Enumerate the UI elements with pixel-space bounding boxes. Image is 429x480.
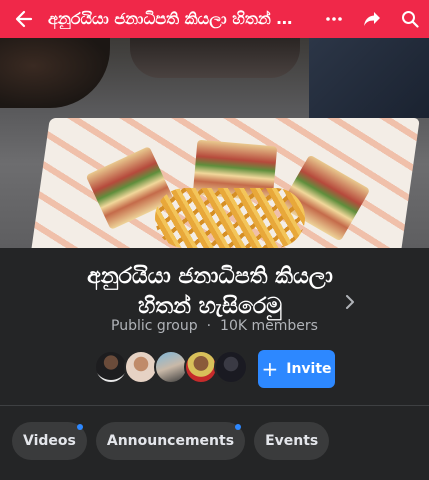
share-icon: [364, 12, 380, 26]
back-button[interactable]: [0, 0, 48, 38]
divider: [0, 405, 429, 406]
cover-fries: [155, 188, 305, 248]
avatar: [214, 350, 248, 384]
group-member-count[interactable]: 10K members: [220, 318, 318, 334]
group-info: අනුරයියා ජනාධිපති කියලා හිතන් හැසිරෙමු P…: [0, 248, 429, 405]
share-button[interactable]: [353, 0, 391, 38]
tab-label: Videos: [23, 433, 76, 449]
cover-arm-shape: [0, 38, 110, 108]
member-avatars[interactable]: [94, 350, 248, 386]
avatar: [94, 350, 128, 384]
tab-label: Events: [265, 433, 319, 449]
invite-button-label: Invite: [286, 361, 332, 377]
group-name[interactable]: අනුරයියා ජනාධිපති කියලා හිතන් හැසිරෙමු: [40, 262, 380, 322]
tab-events[interactable]: Events: [254, 422, 330, 460]
chevron-right-icon: [346, 295, 354, 309]
group-name-line-1: අනුරයියා ජනාධිපති කියලා: [87, 264, 333, 289]
notification-dot: [76, 424, 83, 430]
group-cover-photo[interactable]: [0, 38, 429, 248]
app-bar-title: අනුරයියා ජනාධිපති කියලා හිතන් හැ...: [48, 9, 312, 28]
back-arrow-icon: [15, 10, 33, 28]
more-icon: [326, 17, 342, 21]
meta-separator: ·: [206, 318, 212, 334]
more-button[interactable]: [315, 0, 353, 38]
group-details-button[interactable]: [340, 292, 360, 312]
avatar: [184, 350, 218, 384]
cover-shirt-shape: [309, 38, 429, 118]
notification-dot: [235, 424, 242, 430]
avatar: [124, 350, 158, 384]
search-button[interactable]: [391, 0, 429, 38]
group-privacy: Public group: [111, 318, 198, 334]
avatar: [154, 350, 188, 384]
tab-label: Announcements: [106, 433, 235, 449]
tab-announcements[interactable]: Announcements: [95, 422, 246, 460]
plus-icon: +: [261, 357, 279, 381]
group-tabs: Videos Announcements Events: [12, 422, 338, 462]
invite-button[interactable]: + Invite: [258, 350, 335, 388]
group-meta: Public group · 10K members: [0, 318, 429, 334]
search-icon: [402, 11, 419, 28]
tab-videos[interactable]: Videos: [12, 422, 87, 460]
cover-person-shape: [130, 38, 300, 78]
app-bar: අනුරයියා ජනාධිපති කියලා හිතන් හැ...: [0, 0, 429, 38]
